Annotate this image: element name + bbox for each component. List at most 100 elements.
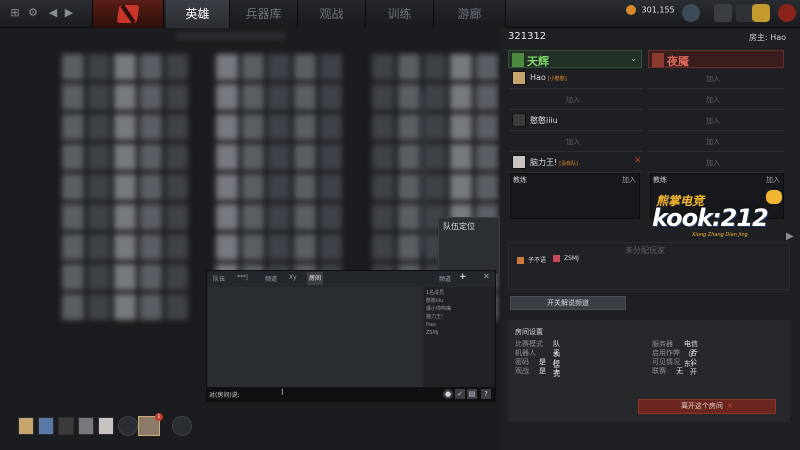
tab-heroes[interactable]: 英雄 [166, 0, 230, 28]
hero-portrait[interactable] [114, 114, 136, 140]
hero-portrait[interactable] [398, 54, 420, 80]
team-position-panel[interactable]: 队伍定位 [438, 217, 500, 275]
hero-portrait[interactable] [62, 174, 84, 200]
party-avatar[interactable] [58, 417, 74, 435]
dire-slot-1[interactable]: 加入 [648, 69, 784, 89]
hero-portrait[interactable] [242, 84, 264, 110]
hero-portrait[interactable] [216, 54, 238, 80]
radiant-slot-5[interactable]: 脑力王! [没有队] ✕ [510, 153, 642, 173]
hero-portrait[interactable] [372, 114, 394, 140]
hero-portrait[interactable] [62, 204, 84, 230]
hero-portrait[interactable] [294, 144, 316, 170]
hero-portrait[interactable] [372, 234, 394, 260]
hero-portrait[interactable] [216, 234, 238, 260]
hero-portrait[interactable] [372, 174, 394, 200]
dota-logo-button[interactable] [92, 0, 164, 28]
hero-portrait[interactable] [114, 234, 136, 260]
hero-portrait[interactable] [242, 144, 264, 170]
hero-portrait[interactable] [62, 144, 84, 170]
caster-channel-button[interactable]: 开关解说频道 [510, 296, 626, 310]
chat-window[interactable]: 队伍 ***| 频道 Xy 房间 频道 + ✕ 1名成员 憨憨iiiu 爆小帅吻… [206, 270, 496, 402]
hero-portrait[interactable] [320, 174, 342, 200]
hero-portrait[interactable] [140, 84, 162, 110]
coach-join[interactable]: 加入 [622, 175, 636, 185]
hero-portrait[interactable] [88, 264, 110, 290]
hero-portrait[interactable] [88, 234, 110, 260]
hero-portrait[interactable] [216, 114, 238, 140]
hero-portrait[interactable] [398, 144, 420, 170]
hero-portrait[interactable] [114, 84, 136, 110]
hero-portrait[interactable] [268, 234, 290, 260]
hero-portrait[interactable] [424, 144, 446, 170]
hero-portrait[interactable] [294, 54, 316, 80]
member-item[interactable]: 脑力王! [426, 313, 495, 321]
hero-portrait[interactable] [320, 54, 342, 80]
grid-icon[interactable]: ⊞ [8, 6, 22, 20]
hero-portrait[interactable] [166, 84, 188, 110]
unassigned-player[interactable]: ZSMJ [553, 255, 579, 265]
hero-portrait[interactable] [62, 234, 84, 260]
hero-portrait[interactable] [166, 234, 188, 260]
hero-portrait[interactable] [450, 174, 472, 200]
hero-portrait[interactable] [372, 84, 394, 110]
hero-portrait[interactable] [476, 144, 498, 170]
hero-portrait[interactable] [372, 144, 394, 170]
hero-portrait[interactable] [216, 84, 238, 110]
help-icon[interactable]: ? [481, 389, 491, 399]
hero-portrait[interactable] [140, 174, 162, 200]
hero-portrait[interactable] [242, 234, 264, 260]
radiant-slot-2[interactable]: 加入 [510, 90, 642, 110]
hero-portrait[interactable] [114, 144, 136, 170]
unassigned-player[interactable]: 子不语 [517, 255, 546, 265]
hero-portrait[interactable] [166, 54, 188, 80]
hero-portrait[interactable] [166, 264, 188, 290]
join-label[interactable]: 加入 [706, 158, 720, 168]
hero-portrait[interactable] [294, 204, 316, 230]
shards-counter[interactable]: 301,155 [626, 5, 675, 21]
chat-tab-guild[interactable]: ***| [237, 274, 248, 281]
hero-portrait[interactable] [88, 144, 110, 170]
panel-expand-arrow-icon[interactable]: ▶ [786, 231, 794, 242]
close-icon[interactable]: ✕ [483, 272, 490, 281]
party-settings-icon[interactable] [118, 416, 138, 436]
hero-portrait[interactable] [88, 294, 110, 320]
hero-portrait[interactable] [62, 84, 84, 110]
chat-tab-lobby[interactable]: 房间 [307, 272, 324, 285]
dire-slot-3[interactable]: 加入 [648, 111, 784, 131]
hero-portrait[interactable] [140, 204, 162, 230]
hero-portrait[interactable] [476, 54, 498, 80]
send-check-icon[interactable]: ✓ [455, 389, 465, 399]
add-channel-icon[interactable]: + [459, 272, 467, 282]
member-item[interactable]: Hao [426, 321, 495, 329]
party-avatar[interactable] [18, 417, 34, 435]
hero-portrait[interactable] [140, 234, 162, 260]
hero-portrait[interactable] [166, 144, 188, 170]
chat-input[interactable]: 对(房间)说: I ● ✓ ▤ ? [207, 387, 495, 401]
hero-portrait[interactable] [140, 144, 162, 170]
hero-portrait[interactable] [320, 114, 342, 140]
hero-portrait[interactable] [398, 174, 420, 200]
hero-portrait[interactable] [140, 114, 162, 140]
store-icon[interactable] [682, 4, 700, 22]
power-icon[interactable] [778, 4, 796, 22]
hero-portrait[interactable] [268, 174, 290, 200]
dire-slot-5[interactable]: 加入 [648, 153, 784, 173]
chat-messages[interactable] [207, 287, 423, 387]
hero-portrait[interactable] [450, 84, 472, 110]
hero-portrait[interactable] [398, 84, 420, 110]
hero-portrait[interactable] [166, 174, 188, 200]
hero-portrait[interactable] [398, 234, 420, 260]
hero-portrait[interactable] [166, 114, 188, 140]
radiant-slot-1[interactable]: Hao [小憨憨] [510, 69, 642, 89]
hero-portrait[interactable] [216, 204, 238, 230]
hero-portrait[interactable] [424, 174, 446, 200]
hero-portrait[interactable] [268, 84, 290, 110]
hero-portrait[interactable] [242, 204, 264, 230]
hero-portrait[interactable] [424, 54, 446, 80]
gear-icon[interactable]: ⚙ [26, 6, 40, 20]
kick-icon[interactable]: ✕ [634, 156, 642, 166]
radiant-slot-3[interactable]: 憨憨iiiu [510, 111, 642, 131]
hero-portrait[interactable] [166, 204, 188, 230]
hero-portrait[interactable] [476, 114, 498, 140]
hero-portrait[interactable] [114, 294, 136, 320]
